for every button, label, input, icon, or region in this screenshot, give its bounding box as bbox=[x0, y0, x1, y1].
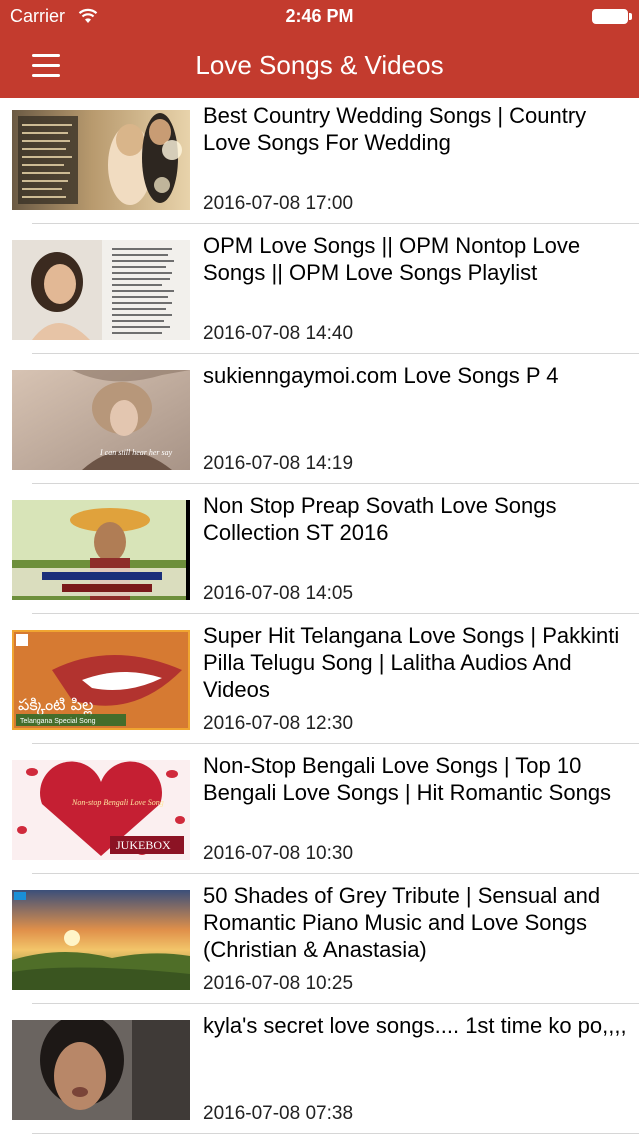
video-title: kyla's secret love songs.... 1st time ko… bbox=[203, 1013, 627, 1038]
battery-tip bbox=[629, 13, 632, 20]
video-list-item[interactable]: kyla's secret love songs.... 1st time ko… bbox=[0, 1008, 639, 1138]
row-separator bbox=[32, 1133, 639, 1134]
video-date: 2016-07-08 14:05 bbox=[203, 583, 354, 604]
page-title: Love Songs & Videos bbox=[195, 50, 444, 80]
thumbnail-subcaption: Telangana Special Song bbox=[20, 718, 96, 725]
row-separator bbox=[32, 1003, 639, 1004]
video-list-item[interactable]: Best Country Wedding Songs | Country Lov… bbox=[0, 98, 639, 228]
video-date: 2016-07-08 17:00 bbox=[203, 193, 354, 214]
video-list-item[interactable]: OPM Love Songs || OPM Nontop Love Songs … bbox=[0, 228, 639, 358]
navigation-bar: Carrier 2:46 PM Love Songs & Videos bbox=[0, 0, 639, 98]
video-list-item[interactable]: I can still hear her say sukienngaymoi.c… bbox=[0, 358, 639, 488]
video-date: 2016-07-08 14:40 bbox=[203, 323, 354, 344]
video-title: sukienngaymoi.com Love Songs P 4 bbox=[203, 363, 559, 388]
video-title: Non-Stop Bengali Love Songs | Top 10 Ben… bbox=[203, 753, 612, 805]
video-thumbnail: I can still hear her say bbox=[12, 370, 190, 470]
video-date: 2016-07-08 12:30 bbox=[203, 713, 354, 734]
video-title: Super Hit Telangana Love Songs | Pakkint… bbox=[203, 623, 620, 702]
video-title: 50 Shades of Grey Tribute | Sensual and … bbox=[203, 883, 601, 962]
video-list-item[interactable]: Non-stop Bengali Love Song JUKEBOX Non-S… bbox=[0, 748, 639, 878]
video-thumbnail bbox=[12, 500, 190, 600]
video-date: 2016-07-08 14:19 bbox=[203, 453, 354, 474]
video-list-item[interactable]: 50 Shades of Grey Tribute | Sensual and … bbox=[0, 878, 639, 1008]
video-thumbnail bbox=[12, 1020, 190, 1120]
thumbnail-caption: JUKEBOX bbox=[116, 838, 171, 852]
video-list-item[interactable]: పక్కింటి పిల్ల Telangana Special Song Su… bbox=[0, 618, 639, 748]
row-separator bbox=[32, 873, 639, 874]
video-date: 2016-07-08 10:25 bbox=[203, 973, 354, 994]
row-separator bbox=[32, 613, 639, 614]
video-list-item[interactable]: Non Stop Preap Sovath Love Songs Collect… bbox=[0, 488, 639, 618]
video-title: Best Country Wedding Songs | Country Lov… bbox=[203, 103, 587, 155]
status-bar: Carrier 2:46 PM bbox=[0, 0, 639, 34]
thumbnail-subcaption: Non-stop Bengali Love Song bbox=[71, 798, 164, 807]
row-separator bbox=[32, 743, 639, 744]
video-thumbnail bbox=[12, 890, 190, 990]
video-title: Non Stop Preap Sovath Love Songs Collect… bbox=[203, 493, 557, 545]
video-thumbnail: Non-stop Bengali Love Song JUKEBOX bbox=[12, 760, 190, 860]
clock: 2:46 PM bbox=[285, 6, 354, 26]
video-thumbnail bbox=[12, 240, 190, 340]
video-thumbnail bbox=[12, 110, 190, 210]
battery-icon bbox=[592, 9, 628, 24]
row-separator bbox=[32, 223, 639, 224]
thumbnail-caption: I can still hear her say bbox=[99, 448, 173, 457]
video-thumbnail: పక్కింటి పిల్ల Telangana Special Song bbox=[12, 630, 190, 730]
video-date: 2016-07-08 07:38 bbox=[203, 1103, 354, 1124]
row-separator bbox=[32, 483, 639, 484]
video-title: OPM Love Songs || OPM Nontop Love Songs … bbox=[203, 233, 581, 285]
row-separator bbox=[32, 353, 639, 354]
thumbnail-caption: పక్కింటి పిల్ల bbox=[18, 695, 93, 716]
video-date: 2016-07-08 10:30 bbox=[203, 843, 354, 864]
